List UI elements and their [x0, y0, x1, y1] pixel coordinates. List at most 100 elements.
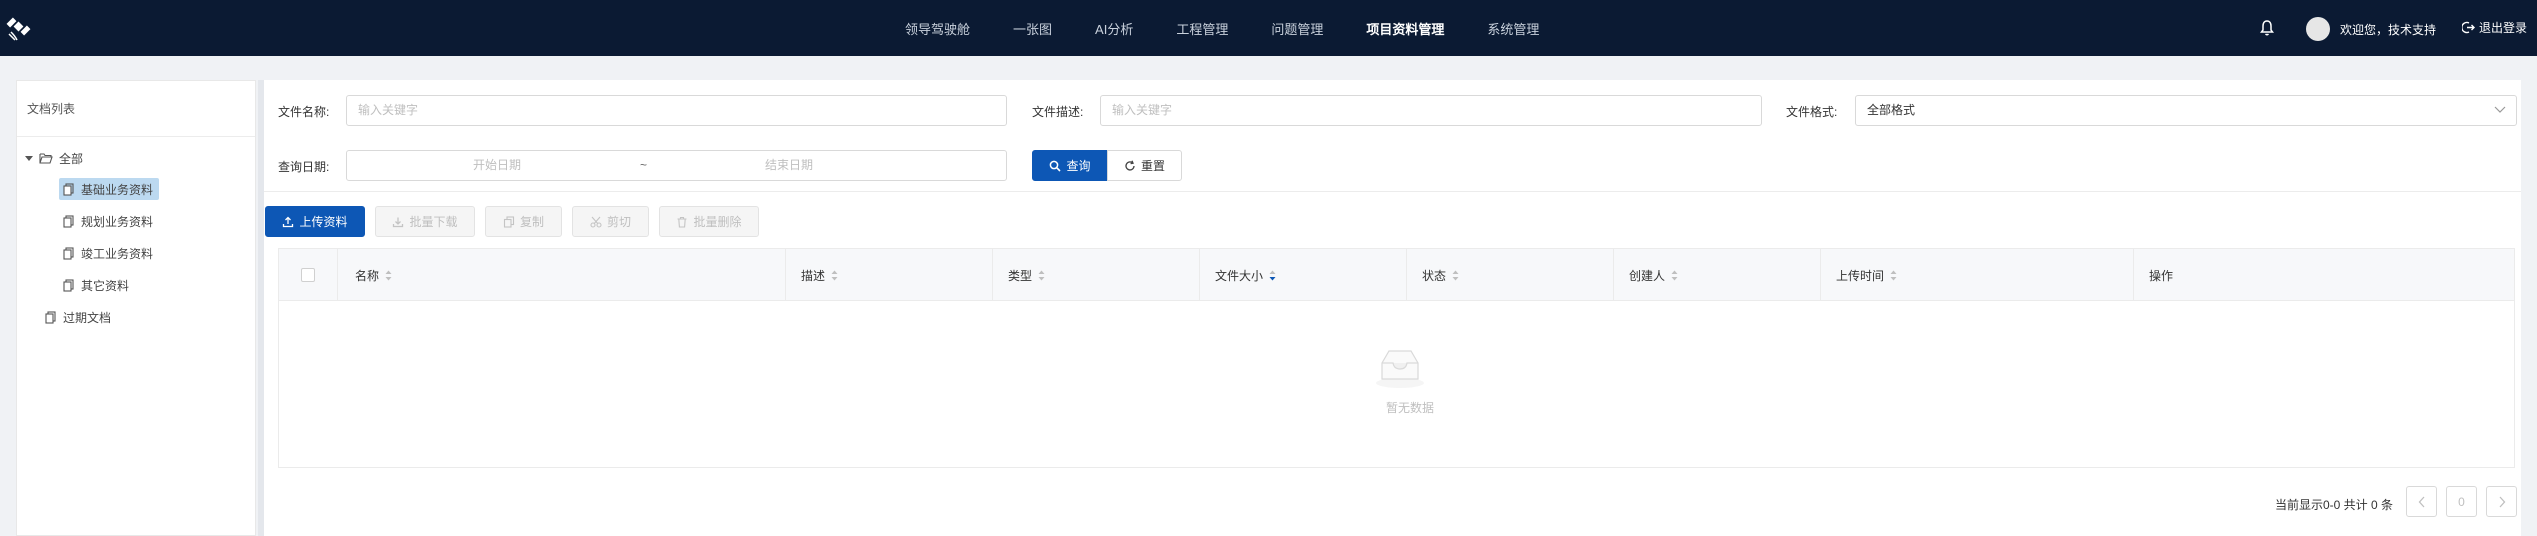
query-button[interactable]: 查询 — [1032, 150, 1108, 181]
nav-item-document-management[interactable]: 项目资料管理 — [1366, 19, 1444, 38]
sort-descending-icon[interactable] — [1269, 270, 1276, 281]
document-icon — [63, 214, 74, 228]
nav-item-system-management[interactable]: 系统管理 — [1487, 19, 1539, 38]
column-header-description[interactable]: 描述 — [801, 249, 838, 301]
chevron-left-icon — [2418, 496, 2424, 507]
batch-delete-label: 批量删除 — [693, 215, 742, 229]
select-all-checkbox[interactable] — [301, 268, 315, 282]
scissors-icon — [590, 216, 602, 228]
column-title: 文件大小 — [1215, 268, 1264, 283]
sort-icon[interactable] — [1452, 270, 1459, 281]
date-range-picker[interactable]: 开始日期 ~ 结束日期 — [346, 150, 1007, 181]
column-divider — [992, 249, 993, 301]
nav-item-project-management[interactable]: 工程管理 — [1176, 19, 1228, 38]
copy-button[interactable]: 复制 — [485, 206, 562, 237]
sort-icon[interactable] — [1038, 270, 1045, 281]
sort-icon[interactable] — [385, 270, 392, 281]
document-icon — [45, 310, 56, 324]
column-header-file-size[interactable]: 文件大小 — [1215, 249, 1276, 301]
column-divider — [2133, 249, 2134, 301]
column-divider — [337, 249, 338, 301]
cut-button[interactable]: 剪切 — [572, 206, 649, 237]
main-content: 文件名称: 输入关键字 文件描述: 输入关键字 文件格式: 全部格式 查询日期:… — [264, 80, 2521, 536]
end-date-placeholder[interactable]: 结束日期 — [765, 151, 813, 180]
column-header-name[interactable]: 名称 — [355, 249, 392, 301]
trash-icon — [677, 216, 687, 228]
file-name-placeholder: 输入关键字 — [358, 103, 419, 117]
bell-icon[interactable] — [2258, 19, 2276, 37]
logout-button[interactable]: 退出登录 — [2462, 19, 2527, 36]
chevron-down-icon — [2494, 106, 2506, 113]
upload-button[interactable]: 上传资料 — [265, 206, 365, 237]
page-number: 0 — [2458, 494, 2465, 509]
column-title: 类型 — [1008, 268, 1033, 283]
document-table: 名称 描述 类型 文件大小 状态 创建人 上传时间 操作 暂无数据 — [278, 248, 2515, 468]
tree-node-other-docs[interactable]: 其它资料 — [63, 274, 129, 296]
column-title: 名称 — [355, 268, 380, 283]
start-date-placeholder[interactable]: 开始日期 — [473, 151, 521, 180]
sort-icon[interactable] — [1890, 270, 1897, 281]
avatar[interactable] — [2306, 17, 2330, 41]
sort-icon[interactable] — [831, 270, 838, 281]
document-icon — [63, 246, 74, 260]
nav-item-cockpit[interactable]: 领导驾驶舱 — [905, 19, 970, 38]
file-desc-label: 文件描述: — [1032, 105, 1084, 119]
column-divider — [1199, 249, 1200, 301]
table-header: 名称 描述 类型 文件大小 状态 创建人 上传时间 操作 — [279, 249, 2514, 301]
document-icon — [63, 182, 74, 196]
column-title: 上传时间 — [1836, 268, 1885, 283]
batch-download-button[interactable]: 批量下载 — [375, 206, 475, 237]
file-name-input[interactable]: 输入关键字 — [346, 95, 1007, 126]
empty-inbox-icon — [1376, 350, 1424, 388]
column-header-creator[interactable]: 创建人 — [1629, 249, 1678, 301]
folder-open-icon — [39, 153, 53, 164]
reset-button[interactable]: 重置 — [1107, 150, 1182, 181]
prev-page-button[interactable] — [2406, 486, 2437, 517]
column-header-status[interactable]: 状态 — [1422, 249, 1459, 301]
user-greeting: 欢迎您，技术支持 — [2340, 22, 2437, 37]
upload-label: 上传资料 — [299, 215, 348, 229]
column-header-type[interactable]: 类型 — [1008, 249, 1045, 301]
column-divider — [785, 249, 786, 301]
reset-label: 重置 — [1140, 159, 1165, 173]
next-page-button[interactable] — [2486, 486, 2517, 517]
tree-node-planning-docs[interactable]: 规划业务资料 — [63, 210, 153, 232]
column-header-upload-time[interactable]: 上传时间 — [1836, 249, 1897, 301]
nav-item-issue-management[interactable]: 问题管理 — [1271, 19, 1323, 38]
file-format-label: 文件格式: — [1786, 105, 1838, 119]
tree-node-label: 过期文档 — [63, 310, 112, 325]
column-header-actions: 操作 — [2149, 249, 2173, 301]
tree-node-expired-docs[interactable]: 过期文档 — [45, 306, 111, 328]
query-label: 查询 — [1066, 159, 1091, 173]
user-menu[interactable]: 欢迎您，技术支持 — [2306, 17, 2436, 41]
pagination-summary: 当前显示0-0 共计 0 条 — [2275, 498, 2394, 512]
tree-node-all[interactable]: 全部 — [25, 147, 83, 169]
copy-icon — [503, 215, 515, 228]
logout-label: 退出登录 — [2479, 21, 2528, 35]
chevron-right-icon — [2499, 496, 2505, 507]
file-desc-placeholder: 输入关键字 — [1112, 103, 1173, 117]
tree-node-completion-docs[interactable]: 竣工业务资料 — [63, 242, 153, 264]
file-format-select[interactable]: 全部格式 — [1855, 95, 2517, 126]
nav-item-ai-analysis[interactable]: AI分析 — [1095, 19, 1133, 38]
column-title: 描述 — [801, 268, 826, 283]
sort-icon[interactable] — [1671, 270, 1678, 281]
document-tree-panel: 文档列表 全部 基础业务资料 规划业务资料 竣工业务资料 其它资料 过期文档 — [16, 80, 256, 536]
search-icon — [1050, 160, 1062, 172]
batch-delete-button[interactable]: 批量删除 — [659, 206, 759, 237]
top-navbar: 领导驾驶舱 一张图 AI分析 工程管理 问题管理 项目资料管理 系统管理 欢迎您… — [0, 0, 2537, 56]
file-desc-input[interactable]: 输入关键字 — [1100, 95, 1762, 126]
satellite-logo-icon[interactable] — [6, 16, 34, 42]
logout-icon — [2462, 21, 2475, 34]
batch-download-label: 批量下载 — [409, 215, 458, 229]
divider — [264, 191, 2521, 192]
empty-state-text: 暂无数据 — [1386, 401, 1435, 415]
file-format-value: 全部格式 — [1867, 103, 1916, 117]
tree-node-basic-docs[interactable]: 基础业务资料 — [59, 178, 160, 200]
caret-down-icon[interactable] — [25, 154, 33, 162]
tree-node-label: 全部 — [59, 151, 84, 166]
tree-node-label: 规划业务资料 — [81, 214, 154, 229]
page-number-button[interactable]: 0 — [2446, 486, 2477, 517]
column-title: 操作 — [2149, 268, 2174, 283]
nav-item-one-map[interactable]: 一张图 — [1013, 19, 1052, 38]
